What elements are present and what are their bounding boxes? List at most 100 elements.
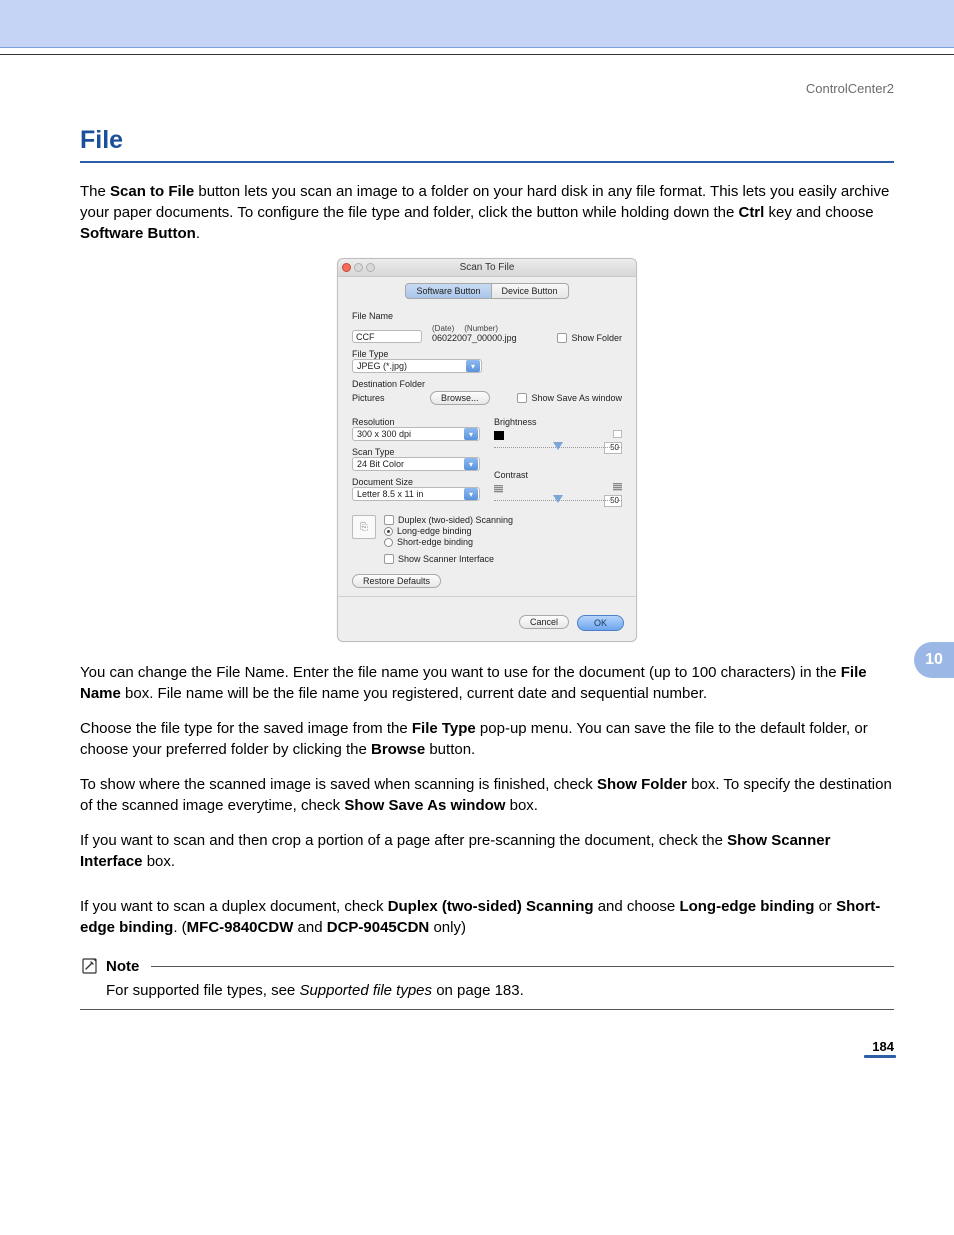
ok-button[interactable]: OK bbox=[577, 615, 624, 631]
checkbox-icon bbox=[517, 393, 527, 403]
bold: MFC-9840CDW bbox=[187, 919, 294, 936]
chevron-down-icon: ▾ bbox=[464, 458, 478, 470]
contrast-slider[interactable] bbox=[494, 495, 622, 507]
date-label: (Date) bbox=[432, 324, 454, 333]
bold: Long-edge binding bbox=[679, 898, 814, 915]
checkbox-icon bbox=[384, 515, 394, 525]
text: You can change the File Name. Enter the … bbox=[80, 664, 841, 681]
text: If you want to scan and then crop a port… bbox=[80, 832, 727, 849]
text: The bbox=[80, 183, 110, 200]
para-showfolder: To show where the scanned image is saved… bbox=[80, 774, 894, 816]
cancel-button[interactable]: Cancel bbox=[519, 615, 569, 629]
document-size-label: Document Size bbox=[352, 477, 480, 487]
bold: Show Save As window bbox=[344, 797, 505, 814]
text: or bbox=[814, 898, 836, 915]
duplex-checkbox[interactable]: Duplex (two-sided) Scanning bbox=[384, 515, 513, 525]
scan-type-label: Scan Type bbox=[352, 447, 480, 457]
text: . ( bbox=[173, 919, 186, 936]
bold: Show Folder bbox=[597, 776, 687, 793]
destination-folder-value: Pictures bbox=[352, 393, 422, 403]
brightness-slider[interactable] bbox=[494, 442, 622, 454]
filename-preview: 06022007_00000.jpg bbox=[432, 333, 547, 343]
text: box. bbox=[143, 853, 176, 870]
para-intro: The Scan to File button lets you scan an… bbox=[80, 181, 894, 244]
text: box. bbox=[505, 797, 538, 814]
note-body: For supported file types, see Supported … bbox=[80, 976, 894, 1009]
page-top-band bbox=[0, 0, 954, 48]
section-title: File bbox=[80, 126, 894, 155]
brightness-label: Brightness bbox=[494, 417, 622, 427]
low-contrast-icon bbox=[494, 485, 503, 493]
bold: Software Button bbox=[80, 225, 196, 242]
page-number-bar bbox=[864, 1055, 896, 1058]
chevron-down-icon: ▾ bbox=[466, 360, 480, 372]
chevron-down-icon: ▾ bbox=[464, 488, 478, 500]
file-type-value: JPEG (*.jpg) bbox=[357, 361, 407, 371]
note-block: Note For supported file types, see Suppo… bbox=[80, 956, 894, 1010]
chevron-down-icon: ▾ bbox=[464, 428, 478, 440]
tab-software-button[interactable]: Software Button bbox=[405, 283, 491, 299]
show-folder-label: Show Folder bbox=[571, 333, 622, 343]
checkbox-icon bbox=[557, 333, 567, 343]
scan-type-value: 24 Bit Color bbox=[357, 459, 404, 469]
note-title: Note bbox=[106, 958, 139, 975]
radio-icon bbox=[384, 538, 393, 547]
file-type-select[interactable]: JPEG (*.jpg) ▾ bbox=[352, 359, 482, 373]
show-save-as-checkbox[interactable]: Show Save As window bbox=[517, 393, 622, 403]
file-type-label: File Type bbox=[352, 349, 622, 359]
file-name-field[interactable]: CCF bbox=[352, 330, 422, 343]
black-swatch-icon bbox=[494, 431, 504, 440]
text: and bbox=[293, 919, 326, 936]
restore-defaults-button[interactable]: Restore Defaults bbox=[352, 574, 441, 588]
document-size-select[interactable]: Letter 8.5 x 11 in ▾ bbox=[352, 487, 480, 501]
destination-folder-label: Destination Folder bbox=[352, 379, 622, 389]
high-contrast-icon bbox=[613, 483, 622, 491]
show-scanner-interface-checkbox[interactable]: Show Scanner Interface bbox=[384, 554, 622, 564]
text: To show where the scanned image is saved… bbox=[80, 776, 597, 793]
bold: Browse bbox=[371, 741, 425, 758]
bold: Ctrl bbox=[738, 204, 764, 221]
duplex-icon: ⎘ bbox=[352, 515, 376, 539]
checkbox-icon bbox=[384, 554, 394, 564]
file-name-label: File Name bbox=[352, 311, 622, 321]
section-rule bbox=[80, 161, 894, 163]
show-save-as-label: Show Save As window bbox=[531, 393, 622, 403]
text: Choose the file type for the saved image… bbox=[80, 720, 412, 737]
contrast-label: Contrast bbox=[494, 470, 622, 480]
radio-icon bbox=[384, 527, 393, 536]
chapter-tab: 10 bbox=[914, 642, 954, 678]
bold: File Type bbox=[412, 720, 476, 737]
header-product: ControlCenter2 bbox=[0, 55, 954, 96]
browse-button[interactable]: Browse... bbox=[430, 391, 490, 405]
resolution-label: Resolution bbox=[352, 417, 480, 427]
note-rule bbox=[151, 966, 894, 967]
text: and choose bbox=[594, 898, 680, 915]
short-edge-radio[interactable]: Short-edge binding bbox=[384, 537, 513, 547]
page-number: 184 bbox=[872, 1039, 894, 1054]
resolution-value: 300 x 300 dpi bbox=[357, 429, 411, 439]
scan-type-select[interactable]: 24 Bit Color ▾ bbox=[352, 457, 480, 471]
note-icon bbox=[80, 956, 100, 976]
slider-thumb-icon bbox=[553, 442, 563, 450]
bold: Scan to File bbox=[110, 183, 194, 200]
text: For supported file types, see bbox=[106, 982, 299, 999]
bold: Duplex (two-sided) Scanning bbox=[388, 898, 594, 915]
resolution-select[interactable]: 300 x 300 dpi ▾ bbox=[352, 427, 480, 441]
slider-thumb-icon bbox=[553, 495, 563, 503]
show-scanner-label: Show Scanner Interface bbox=[398, 554, 494, 564]
text: button. bbox=[425, 741, 475, 758]
text: box. File name will be the file name you… bbox=[121, 685, 707, 702]
show-folder-checkbox[interactable]: Show Folder bbox=[557, 333, 622, 343]
text: If you want to scan a duplex document, c… bbox=[80, 898, 388, 915]
long-edge-radio[interactable]: Long-edge binding bbox=[384, 526, 513, 536]
para-duplex: If you want to scan a duplex document, c… bbox=[80, 896, 894, 938]
italic: Supported file types bbox=[299, 982, 432, 999]
tab-device-button[interactable]: Device Button bbox=[492, 283, 569, 299]
para-scanner-interface: If you want to scan and then crop a port… bbox=[80, 830, 894, 872]
duplex-label: Duplex (two-sided) Scanning bbox=[398, 515, 513, 525]
dialog-title: Scan To File bbox=[338, 262, 636, 273]
text: . bbox=[196, 225, 200, 242]
long-edge-label: Long-edge binding bbox=[397, 526, 472, 536]
text: key and choose bbox=[764, 204, 873, 221]
dialog-titlebar: Scan To File bbox=[338, 259, 636, 277]
